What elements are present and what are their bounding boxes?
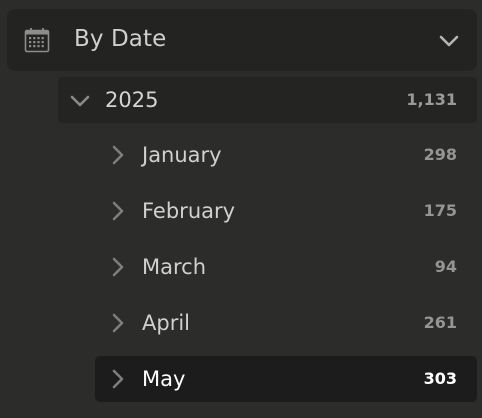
chevron-right-icon[interactable] — [106, 367, 130, 391]
month-count: 303 — [423, 369, 457, 388]
year-count: 1,131 — [406, 90, 457, 109]
tree-item-month-april[interactable]: April 261 — [95, 300, 477, 346]
month-label: March — [142, 255, 207, 279]
tree-item-month-march[interactable]: March 94 — [95, 244, 477, 290]
chevron-right-icon[interactable] — [106, 255, 130, 279]
chevron-right-icon[interactable] — [106, 199, 130, 223]
month-count: 298 — [423, 145, 457, 164]
month-label: February — [142, 199, 236, 223]
date-filter-panel: By Date 2025 1,131 January 298 February … — [0, 0, 482, 418]
chevron-down-icon[interactable] — [68, 89, 92, 113]
month-count: 94 — [434, 257, 457, 276]
month-label: April — [142, 311, 190, 335]
chevron-right-icon[interactable] — [106, 143, 130, 167]
month-count: 175 — [423, 201, 457, 220]
tree-item-month-may[interactable]: May 303 — [95, 356, 477, 402]
month-label: January — [142, 143, 222, 167]
month-label: May — [142, 367, 186, 391]
month-count: 261 — [423, 313, 457, 332]
tree-item-month-february[interactable]: February 175 — [95, 188, 477, 234]
by-date-section-header[interactable]: By Date — [7, 9, 477, 71]
chevron-down-icon[interactable] — [437, 29, 461, 53]
year-label: 2025 — [105, 88, 159, 112]
tree-item-year-2025[interactable]: 2025 1,131 — [58, 77, 477, 123]
section-title: By Date — [74, 26, 167, 52]
chevron-right-icon[interactable] — [106, 311, 130, 335]
tree-item-month-january[interactable]: January 298 — [95, 132, 477, 178]
calendar-icon — [24, 28, 50, 53]
